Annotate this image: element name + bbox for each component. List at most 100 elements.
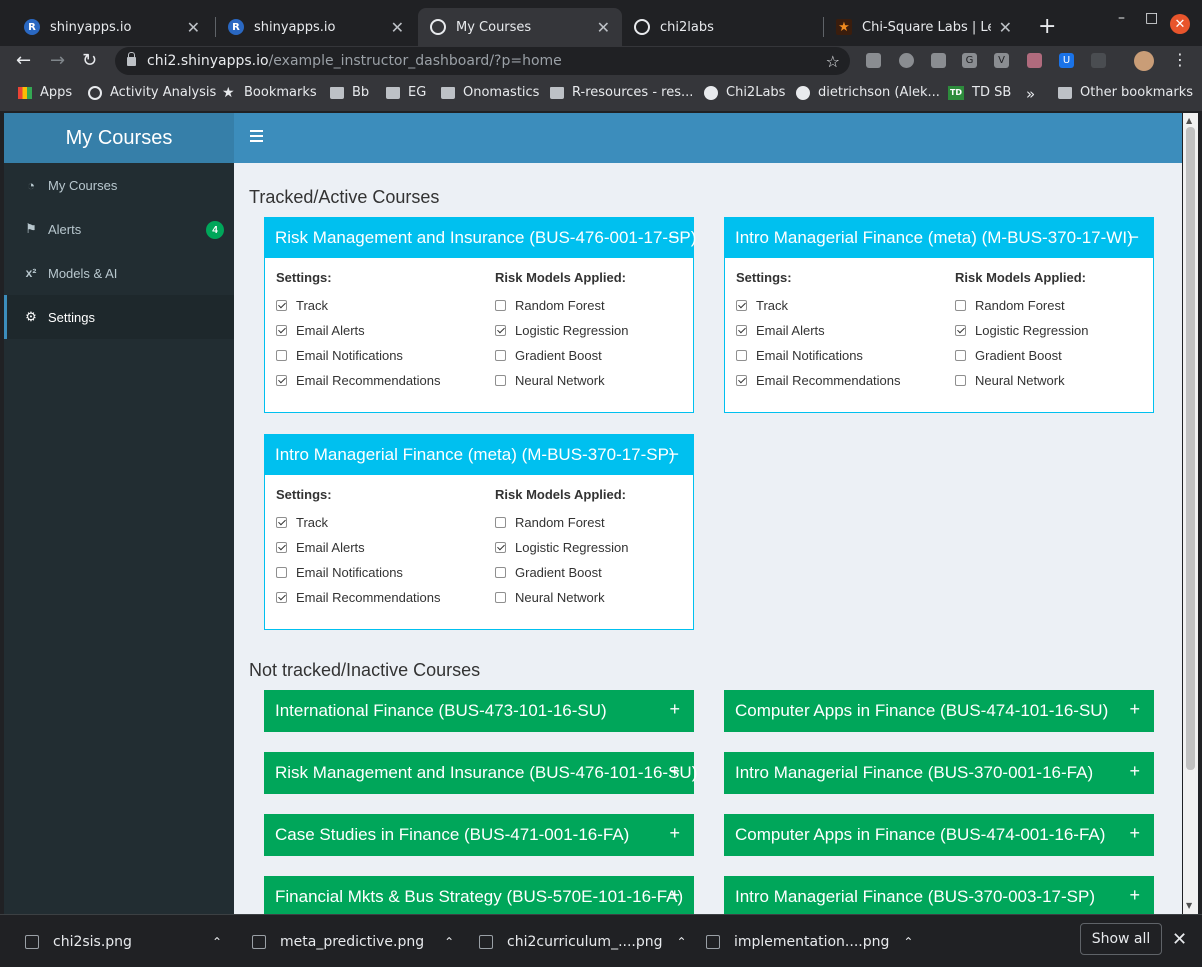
email-recommendations-checkbox[interactable]: Email Recommendations bbox=[276, 585, 441, 610]
checkbox-icon[interactable] bbox=[955, 325, 966, 336]
checkbox-icon[interactable] bbox=[276, 542, 287, 553]
collapse-icon[interactable]: − bbox=[1128, 227, 1139, 248]
inactive-course-box[interactable]: Risk Management and Insurance (BUS-476-1… bbox=[264, 752, 697, 794]
expand-icon[interactable]: + bbox=[1129, 699, 1140, 720]
v-extension-icon[interactable]: V bbox=[994, 53, 1009, 68]
checkbox-icon[interactable] bbox=[276, 325, 287, 336]
close-icon[interactable]: ✕ bbox=[597, 18, 610, 37]
reload-icon[interactable]: ↻ bbox=[82, 50, 97, 71]
email-alerts-checkbox[interactable]: Email Alerts bbox=[276, 535, 441, 560]
sidebar-item-settings[interactable]: ⚙ Settings bbox=[4, 295, 234, 339]
sidebar-item-my-courses[interactable]: ◔ My Courses bbox=[4, 163, 234, 207]
window-close-icon[interactable]: ✕ bbox=[1170, 14, 1190, 34]
address-bar[interactable]: chi2.shinyapps.io /example_instructor_da… bbox=[115, 47, 850, 75]
chevron-up-icon[interactable]: ⌃ bbox=[444, 935, 454, 949]
scrollbar-thumb[interactable] bbox=[1186, 127, 1195, 770]
record-extension-icon[interactable] bbox=[899, 53, 914, 68]
cast-extension-icon[interactable] bbox=[866, 53, 881, 68]
checkbox-icon[interactable] bbox=[736, 375, 747, 386]
expand-icon[interactable]: + bbox=[1129, 761, 1140, 782]
browser-tab-chi-square-labs[interactable]: ★ Chi-Square Labs | Learr ✕ bbox=[824, 8, 1024, 46]
new-tab-icon[interactable]: + bbox=[1038, 14, 1056, 39]
email-notifications-checkbox[interactable]: Email Notifications bbox=[276, 343, 441, 368]
inactive-course-box[interactable]: International Finance (BUS-473-101-16-SU… bbox=[264, 690, 694, 732]
inactive-course-box[interactable]: Computer Apps in Finance (BUS-474-001-16… bbox=[724, 814, 1154, 856]
puzzle-extension-icon[interactable] bbox=[1091, 53, 1106, 68]
chevron-up-icon[interactable]: ⌃ bbox=[677, 935, 687, 949]
checkbox-icon[interactable] bbox=[736, 300, 747, 311]
email-notifications-checkbox[interactable]: Email Notifications bbox=[736, 343, 901, 368]
email-recommendations-checkbox[interactable]: Email Recommendations bbox=[276, 368, 441, 393]
back-icon[interactable]: ← bbox=[16, 50, 31, 71]
collapse-icon[interactable]: − bbox=[668, 444, 679, 465]
expand-icon[interactable]: + bbox=[1129, 885, 1140, 906]
bookmark-bookmarks[interactable]: ★ Bookmarks bbox=[222, 85, 317, 100]
expand-icon[interactable]: + bbox=[669, 823, 680, 844]
download-item[interactable]: chi2curriculum_....png ⌃ bbox=[479, 915, 687, 967]
browser-tab-shinyapps-2[interactable]: R shinyapps.io ✕ bbox=[216, 8, 416, 46]
show-all-button[interactable]: Show all bbox=[1080, 923, 1162, 955]
checkbox-icon[interactable] bbox=[955, 300, 966, 311]
checkbox-icon[interactable] bbox=[276, 592, 287, 603]
track-checkbox[interactable]: Track bbox=[276, 293, 441, 318]
chevron-up-icon[interactable]: ⌃ bbox=[903, 935, 913, 949]
browser-tab-my-courses[interactable]: My Courses ✕ bbox=[418, 8, 622, 46]
checkbox-icon[interactable] bbox=[736, 325, 747, 336]
logistic-regression-checkbox[interactable]: Logistic Regression bbox=[495, 535, 628, 560]
neural-network-checkbox[interactable]: Neural Network bbox=[495, 585, 628, 610]
email-notifications-checkbox[interactable]: Email Notifications bbox=[276, 560, 441, 585]
bookmark-folder-r-resources[interactable]: R-resources - res... bbox=[550, 85, 693, 100]
checkbox-icon[interactable] bbox=[955, 350, 966, 361]
close-icon[interactable]: ✕ bbox=[1172, 929, 1187, 950]
bookmark-dietrichson[interactable]: dietrichson (Alek... bbox=[796, 85, 940, 100]
bookmarks-overflow-button[interactable]: » bbox=[1026, 85, 1035, 103]
random-forest-checkbox[interactable]: Random Forest bbox=[495, 510, 628, 535]
close-icon[interactable]: ✕ bbox=[391, 18, 404, 37]
dashboard-brand[interactable]: My Courses bbox=[4, 113, 234, 163]
hamburger-menu-icon[interactable] bbox=[250, 130, 263, 143]
browser-tab-chi2labs[interactable]: chi2labs bbox=[622, 8, 822, 46]
bug-extension-icon[interactable] bbox=[1027, 53, 1042, 68]
checkbox-icon[interactable] bbox=[736, 350, 747, 361]
g-extension-icon[interactable]: G bbox=[962, 53, 977, 68]
download-item[interactable]: implementation....png ⌃ bbox=[706, 915, 913, 967]
scroll-down-arrow-icon[interactable]: ▼ bbox=[1186, 901, 1192, 910]
track-checkbox[interactable]: Track bbox=[276, 510, 441, 535]
download-item[interactable]: chi2sis.png ⌃ bbox=[25, 915, 222, 967]
download-item[interactable]: meta_predictive.png ⌃ bbox=[252, 915, 454, 967]
checkbox-icon[interactable] bbox=[955, 375, 966, 386]
bookmark-folder-eg[interactable]: EG bbox=[386, 85, 426, 100]
email-recommendations-checkbox[interactable]: Email Recommendations bbox=[736, 368, 901, 393]
inactive-course-box[interactable]: Case Studies in Finance (BUS-471-001-16-… bbox=[264, 814, 694, 856]
checkbox-icon[interactable] bbox=[495, 592, 506, 603]
bookmark-other-bookmarks[interactable]: Other bookmarks bbox=[1058, 85, 1193, 100]
random-forest-checkbox[interactable]: Random Forest bbox=[955, 293, 1088, 318]
checkbox-icon[interactable] bbox=[495, 517, 506, 528]
neural-network-checkbox[interactable]: Neural Network bbox=[495, 368, 628, 393]
expand-icon[interactable]: + bbox=[669, 761, 680, 782]
checkbox-icon[interactable] bbox=[495, 567, 506, 578]
maximize-icon[interactable]: □ bbox=[1145, 10, 1158, 26]
bulb-extension-icon[interactable] bbox=[931, 53, 946, 68]
checkbox-icon[interactable] bbox=[495, 542, 506, 553]
checkbox-icon[interactable] bbox=[276, 375, 287, 386]
checkbox-icon[interactable] bbox=[276, 300, 287, 311]
logistic-regression-checkbox[interactable]: Logistic Regression bbox=[955, 318, 1088, 343]
inactive-course-box[interactable]: Intro Managerial Finance (BUS-370-001-16… bbox=[724, 752, 1154, 794]
expand-icon[interactable]: + bbox=[669, 885, 680, 906]
browser-tab-shinyapps-1[interactable]: R shinyapps.io ✕ bbox=[12, 8, 212, 46]
bookmark-chi2labs[interactable]: Chi2Labs bbox=[704, 85, 785, 100]
profile-avatar[interactable] bbox=[1134, 51, 1154, 71]
bookmark-star-icon[interactable]: ☆ bbox=[826, 52, 840, 71]
track-checkbox[interactable]: Track bbox=[736, 293, 901, 318]
close-icon[interactable]: ✕ bbox=[187, 18, 200, 37]
inactive-course-box[interactable]: Financial Mkts & Bus Strategy (BUS-570E-… bbox=[264, 876, 694, 914]
bookmark-apps[interactable]: Apps bbox=[18, 85, 72, 100]
expand-icon[interactable]: + bbox=[1129, 823, 1140, 844]
expand-icon[interactable]: + bbox=[669, 699, 680, 720]
inactive-course-box[interactable]: Intro Managerial Finance (BUS-370-003-17… bbox=[724, 876, 1154, 914]
checkbox-icon[interactable] bbox=[276, 350, 287, 361]
scroll-up-arrow-icon[interactable]: ▲ bbox=[1186, 116, 1192, 125]
chevron-up-icon[interactable]: ⌃ bbox=[212, 935, 222, 949]
bookmark-td-sb[interactable]: TD TD SB bbox=[948, 85, 1011, 100]
